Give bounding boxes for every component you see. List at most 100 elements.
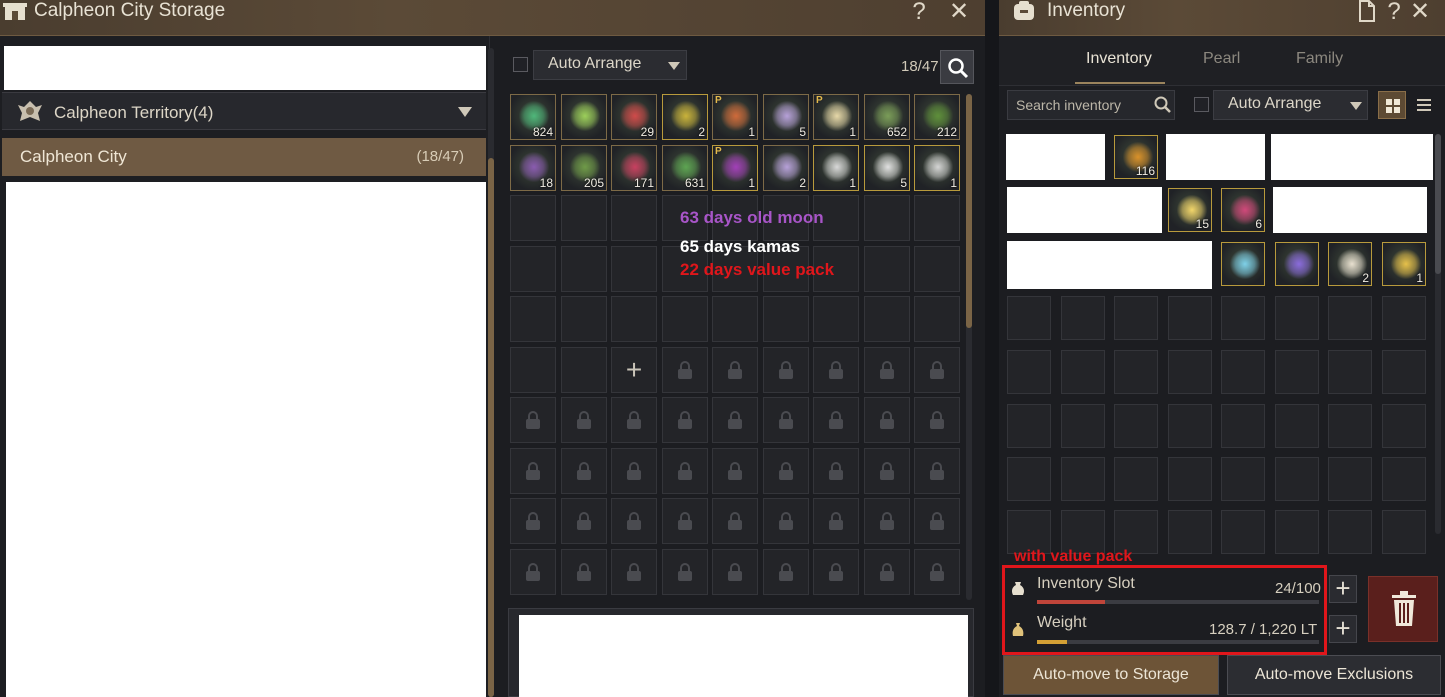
storage-item-slot[interactable]: 5 [763, 94, 809, 140]
empty-inventory-slot[interactable] [1275, 404, 1319, 448]
storage-item-slot[interactable]: 5 [864, 145, 910, 191]
storage-item-slot[interactable]: 212 [914, 94, 960, 140]
storage-item-slot[interactable]: 29 [611, 94, 657, 140]
empty-inventory-slot[interactable] [1061, 457, 1105, 501]
empty-storage-slot[interactable] [914, 246, 960, 292]
empty-storage-slot[interactable] [864, 195, 910, 241]
locked-storage-slot[interactable] [662, 397, 708, 443]
location-scrollbar-thumb[interactable] [488, 158, 494, 697]
empty-storage-slot[interactable] [611, 195, 657, 241]
locked-storage-slot[interactable] [914, 498, 960, 544]
storage-item-slot[interactable]: 631 [662, 145, 708, 191]
storage-item-slot[interactable]: 1 [813, 145, 859, 191]
storage-item-slot[interactable]: 18 [510, 145, 556, 191]
empty-storage-slot[interactable] [914, 296, 960, 342]
territory-dropdown[interactable]: Calpheon Territory(4) [2, 92, 486, 130]
empty-inventory-slot[interactable] [1007, 404, 1051, 448]
empty-inventory-slot[interactable] [1382, 457, 1426, 501]
empty-inventory-slot[interactable] [1007, 296, 1051, 340]
empty-inventory-slot[interactable] [1221, 457, 1265, 501]
storage-item-slot[interactable]: P1 [712, 145, 758, 191]
locked-storage-slot[interactable] [813, 397, 859, 443]
locked-storage-slot[interactable] [763, 448, 809, 494]
locked-storage-slot[interactable] [510, 498, 556, 544]
empty-inventory-slot[interactable] [1382, 350, 1426, 394]
auto-move-to-storage-button[interactable]: Auto-move to Storage [1003, 655, 1219, 695]
storage-item-slot[interactable]: P1 [712, 94, 758, 140]
empty-inventory-slot[interactable] [1114, 296, 1158, 340]
expand-slots-button[interactable]: + [1329, 575, 1357, 603]
empty-storage-slot[interactable] [813, 296, 859, 342]
storage-item-slot[interactable]: 171 [611, 145, 657, 191]
inventory-item-slot[interactable]: 1 [1382, 242, 1426, 286]
inventory-auto-arrange-checkbox[interactable] [1194, 97, 1209, 112]
locked-storage-slot[interactable] [611, 448, 657, 494]
storage-item-slot[interactable]: 205 [561, 145, 607, 191]
locked-storage-slot[interactable] [712, 397, 758, 443]
inventory-item-slot[interactable] [1221, 242, 1265, 286]
locked-storage-slot[interactable] [763, 397, 809, 443]
auto-move-exclusions-button[interactable]: Auto-move Exclusions [1227, 655, 1441, 695]
inventory-item-slot[interactable] [1275, 242, 1319, 286]
empty-storage-slot[interactable] [864, 296, 910, 342]
locked-storage-slot[interactable] [864, 397, 910, 443]
inventory-close-button[interactable]: ✕ [1407, 0, 1433, 24]
storage-item-slot[interactable]: 824 [510, 94, 556, 140]
empty-storage-slot[interactable] [763, 296, 809, 342]
empty-storage-slot[interactable] [510, 195, 556, 241]
locked-storage-slot[interactable] [510, 549, 556, 595]
storage-titlebar[interactable]: Calpheon City Storage ? ✕ [0, 0, 985, 36]
locked-storage-slot[interactable] [914, 347, 960, 393]
locked-storage-slot[interactable] [561, 397, 607, 443]
empty-storage-slot[interactable] [914, 195, 960, 241]
empty-storage-slot[interactable] [510, 246, 556, 292]
empty-inventory-slot[interactable] [1061, 296, 1105, 340]
storage-close-button[interactable]: ✕ [946, 0, 972, 24]
empty-inventory-slot[interactable] [1382, 404, 1426, 448]
tab-inventory[interactable]: Inventory [1086, 50, 1152, 68]
empty-inventory-slot[interactable] [1114, 350, 1158, 394]
empty-inventory-slot[interactable] [1221, 350, 1265, 394]
locked-storage-slot[interactable] [914, 448, 960, 494]
empty-inventory-slot[interactable] [1168, 457, 1212, 501]
empty-inventory-slot[interactable] [1061, 404, 1105, 448]
inventory-item-slot[interactable]: 2 [1328, 242, 1372, 286]
empty-inventory-slot[interactable] [1328, 457, 1372, 501]
empty-storage-slot[interactable] [864, 246, 910, 292]
expand-storage-slot[interactable]: + [611, 347, 657, 393]
storage-item-slot[interactable]: 2 [763, 145, 809, 191]
storage-item-slot[interactable]: 1 [914, 145, 960, 191]
empty-inventory-slot[interactable] [1328, 296, 1372, 340]
storage-item-slot[interactable]: 2 [662, 94, 708, 140]
empty-inventory-slot[interactable] [1382, 510, 1426, 554]
locked-storage-slot[interactable] [813, 549, 859, 595]
inventory-item-slot[interactable]: 6 [1221, 188, 1265, 232]
storage-auto-arrange-checkbox[interactable] [513, 57, 528, 72]
tab-family[interactable]: Family [1296, 50, 1343, 68]
inventory-scrollbar-thumb[interactable] [1435, 134, 1441, 274]
empty-inventory-slot[interactable] [1275, 510, 1319, 554]
storage-help-button[interactable]: ? [906, 0, 932, 24]
document-icon[interactable] [1357, 0, 1377, 22]
location-scrollbar[interactable] [488, 48, 494, 697]
empty-inventory-slot[interactable] [1221, 296, 1265, 340]
empty-inventory-slot[interactable] [1168, 510, 1212, 554]
storage-auto-arrange-dropdown[interactable]: Auto Arrange [533, 50, 687, 80]
locked-storage-slot[interactable] [561, 498, 607, 544]
empty-storage-slot[interactable] [561, 347, 607, 393]
inventory-auto-arrange-dropdown[interactable]: Auto Arrange [1213, 90, 1368, 120]
empty-storage-slot[interactable] [510, 296, 556, 342]
storage-grid-scrollbar-thumb[interactable] [966, 94, 972, 328]
empty-inventory-slot[interactable] [1168, 350, 1212, 394]
locked-storage-slot[interactable] [561, 448, 607, 494]
locked-storage-slot[interactable] [611, 498, 657, 544]
empty-inventory-slot[interactable] [1114, 457, 1158, 501]
empty-inventory-slot[interactable] [1007, 457, 1051, 501]
empty-inventory-slot[interactable] [1328, 404, 1372, 448]
empty-inventory-slot[interactable] [1007, 350, 1051, 394]
locked-storage-slot[interactable] [510, 448, 556, 494]
locked-storage-slot[interactable] [611, 549, 657, 595]
empty-storage-slot[interactable] [561, 195, 607, 241]
locked-storage-slot[interactable] [914, 397, 960, 443]
empty-inventory-slot[interactable] [1382, 296, 1426, 340]
